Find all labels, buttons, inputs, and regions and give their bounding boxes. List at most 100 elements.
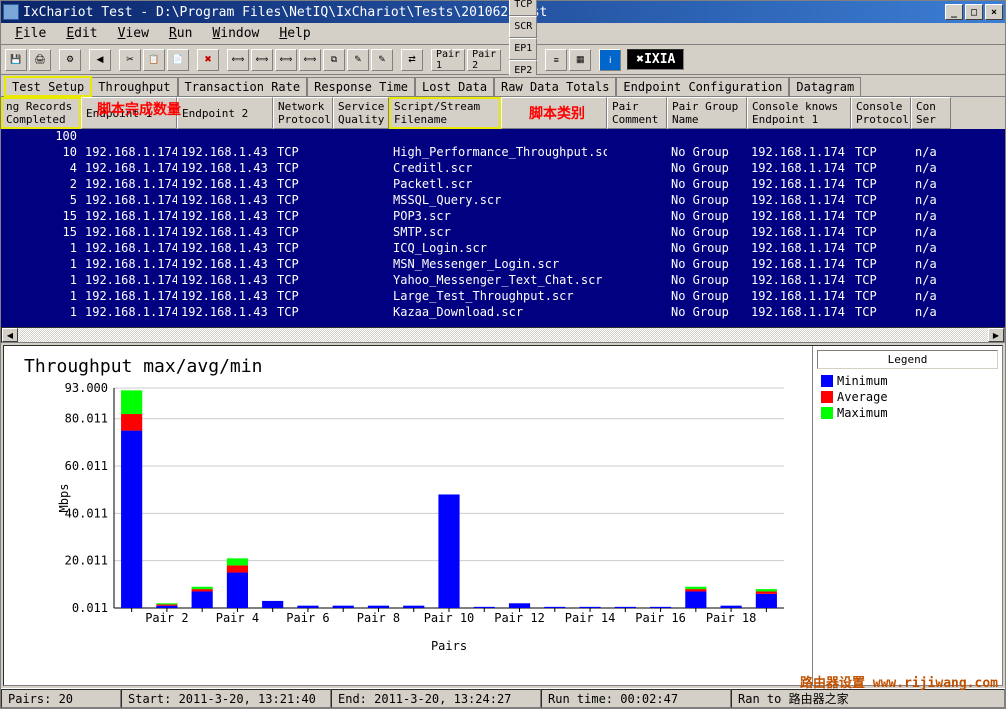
- menu-view[interactable]: View: [108, 24, 159, 43]
- table-row[interactable]: 15192.168.1.174192.168.1.43TCPPOP3.scrNo…: [1, 209, 1005, 225]
- svg-text:0.011: 0.011: [72, 601, 108, 615]
- minimize-button[interactable]: _: [945, 4, 963, 20]
- tab-lost-data[interactable]: Lost Data: [415, 77, 494, 96]
- column-header[interactable]: Pair Comment: [607, 97, 667, 129]
- svg-text:Pair 8: Pair 8: [357, 611, 400, 625]
- group-icon[interactable]: ⧉: [323, 49, 345, 71]
- chart-title: Throughput max/avg/min: [24, 356, 262, 377]
- table-row[interactable]: 1192.168.1.174192.168.1.43TCPKazaa_Downl…: [1, 305, 1005, 321]
- column-header[interactable]: [501, 97, 607, 129]
- pair1-button[interactable]: Pair1: [431, 49, 465, 71]
- svg-text:Pair 4: Pair 4: [216, 611, 259, 625]
- save-icon[interactable]: 💾: [5, 49, 27, 71]
- svg-text:80.011: 80.011: [65, 412, 108, 426]
- scroll-right-icon[interactable]: ▶: [988, 328, 1004, 342]
- table-row[interactable]: 10192.168.1.174192.168.1.43TCPHigh_Perfo…: [1, 145, 1005, 161]
- table-row[interactable]: 5192.168.1.174192.168.1.43TCPMSSQL_Query…: [1, 193, 1005, 209]
- grid-body[interactable]: 10010192.168.1.174192.168.1.43TCPHigh_Pe…: [1, 129, 1005, 327]
- info-icon[interactable]: i: [599, 49, 621, 71]
- tab-bar: Test SetupThroughputTransaction RateResp…: [1, 75, 1005, 97]
- svg-text:Pair 10: Pair 10: [424, 611, 475, 625]
- pair4-icon[interactable]: ⟺: [299, 49, 321, 71]
- svg-text:Pair 2: Pair 2: [145, 611, 188, 625]
- status-end: End: 2011-3-20, 13:24:27: [331, 689, 541, 708]
- table-row[interactable]: 1192.168.1.174192.168.1.43TCPMSN_Messeng…: [1, 257, 1005, 273]
- chart-area: Throughput max/avg/min 0.01120.01140.011…: [3, 345, 1003, 686]
- svg-text:Pair 14: Pair 14: [565, 611, 616, 625]
- legend-panel: Legend MinimumAverageMaximum: [812, 346, 1002, 685]
- horizontal-scrollbar[interactable]: ◀ ▶: [1, 327, 1005, 343]
- svg-text:Mbps: Mbps: [57, 484, 71, 513]
- menubar: FileEditViewRunWindowHelp: [1, 23, 1005, 45]
- maximize-button[interactable]: □: [965, 4, 983, 20]
- status-ran: Ran to 路由器之家: [731, 689, 1005, 708]
- delete-icon[interactable]: ✖: [197, 49, 219, 71]
- tab-transaction-rate[interactable]: Transaction Rate: [178, 77, 308, 96]
- list-icon[interactable]: ≡: [545, 49, 567, 71]
- status-start: Start: 2011-3-20, 13:21:40: [121, 689, 331, 708]
- filter-scr-button[interactable]: SCR: [509, 16, 537, 38]
- table-row[interactable]: 2192.168.1.174192.168.1.43TCPPacketl.scr…: [1, 177, 1005, 193]
- tab-endpoint-configuration[interactable]: Endpoint Configuration: [616, 77, 789, 96]
- menu-run[interactable]: Run: [159, 24, 202, 43]
- cut-icon[interactable]: ✂: [119, 49, 141, 71]
- table-row[interactable]: 15192.168.1.174192.168.1.43TCPSMTP.scrNo…: [1, 225, 1005, 241]
- tab-test-setup[interactable]: Test Setup: [5, 77, 91, 96]
- status-runtime: Run time: 00:02:47: [541, 689, 731, 708]
- column-header[interactable]: Console knows Endpoint 1: [747, 97, 851, 129]
- table-row[interactable]: 1192.168.1.174192.168.1.43TCPYahoo_Messe…: [1, 273, 1005, 289]
- toolbar: 💾 🖨 ⚙ ◀ ✂ 📋 📄 ✖ ⟺ ⟺ ⟺ ⟺ ⧉ ✎ ✎ ⇄ Pair1 Pa…: [1, 45, 1005, 75]
- edit-icon[interactable]: ✎: [347, 49, 369, 71]
- statusbar: Pairs: 20 Start: 2011-3-20, 13:21:40 End…: [1, 688, 1005, 708]
- swap-icon[interactable]: ⇄: [401, 49, 423, 71]
- close-button[interactable]: ×: [985, 4, 1003, 20]
- prefs-icon[interactable]: ⚙: [59, 49, 81, 71]
- status-pairs: Pairs: 20: [1, 689, 121, 708]
- copy-icon[interactable]: 📋: [143, 49, 165, 71]
- table-row[interactable]: 1192.168.1.174192.168.1.43TCPLarge_Test_…: [1, 289, 1005, 305]
- edit2-icon[interactable]: ✎: [371, 49, 393, 71]
- legend-title: Legend: [817, 350, 998, 369]
- column-header[interactable]: Pair Group Name: [667, 97, 747, 129]
- svg-text:Pair 18: Pair 18: [706, 611, 757, 625]
- column-header[interactable]: Console Protocol: [851, 97, 911, 129]
- menu-edit[interactable]: Edit: [56, 24, 107, 43]
- scroll-left-icon[interactable]: ◀: [2, 328, 18, 342]
- column-header[interactable]: Endpoint 1: [81, 97, 177, 129]
- pair2-button[interactable]: Pair2: [467, 49, 501, 71]
- legend-item: Minimum: [817, 373, 998, 389]
- table-row[interactable]: 4192.168.1.174192.168.1.43TCPCreditl.scr…: [1, 161, 1005, 177]
- tab-response-time[interactable]: Response Time: [307, 77, 415, 96]
- svg-text:Pair 12: Pair 12: [494, 611, 545, 625]
- table-row[interactable]: 1192.168.1.174192.168.1.43TCPICQ_Login.s…: [1, 241, 1005, 257]
- watermark-footer: 路由器设置 www.rijiwang.com: [800, 672, 998, 691]
- grid-header: ng Records CompletedEndpoint 1Endpoint 2…: [1, 97, 1005, 129]
- legend-item: Average: [817, 389, 998, 405]
- pair-icon[interactable]: ⟺: [227, 49, 249, 71]
- svg-text:60.011: 60.011: [65, 459, 108, 473]
- tab-raw-data-totals[interactable]: Raw Data Totals: [494, 77, 616, 96]
- menu-window[interactable]: Window: [202, 24, 269, 43]
- tab-throughput[interactable]: Throughput: [91, 77, 177, 96]
- print-icon[interactable]: 🖨: [29, 49, 51, 71]
- column-header[interactable]: Con Ser: [911, 97, 951, 129]
- window-title: IxChariot Test - D:\Program Files\NetIQ\…: [23, 5, 945, 20]
- menu-file[interactable]: File: [5, 24, 56, 43]
- pair3-icon[interactable]: ⟺: [275, 49, 297, 71]
- back-icon[interactable]: ◀: [89, 49, 111, 71]
- titlebar[interactable]: IxChariot Test - D:\Program Files\NetIQ\…: [1, 1, 1005, 23]
- svg-text:93.000: 93.000: [65, 381, 108, 395]
- tab-datagram[interactable]: Datagram: [789, 77, 861, 96]
- column-header[interactable]: Script/Stream Filename: [389, 97, 501, 129]
- paste-icon[interactable]: 📄: [167, 49, 189, 71]
- menu-help[interactable]: Help: [269, 24, 320, 43]
- filter-tcp-button[interactable]: TCP: [509, 0, 537, 16]
- column-header[interactable]: Network Protocol: [273, 97, 333, 129]
- column-header[interactable]: Service Quality: [333, 97, 389, 129]
- column-header[interactable]: Endpoint 2: [177, 97, 273, 129]
- svg-text:20.011: 20.011: [65, 554, 108, 568]
- filter-ep1-button[interactable]: EP1: [509, 38, 537, 60]
- grid-icon[interactable]: ▦: [569, 49, 591, 71]
- pair2-icon[interactable]: ⟺: [251, 49, 273, 71]
- column-header[interactable]: ng Records Completed: [1, 97, 81, 129]
